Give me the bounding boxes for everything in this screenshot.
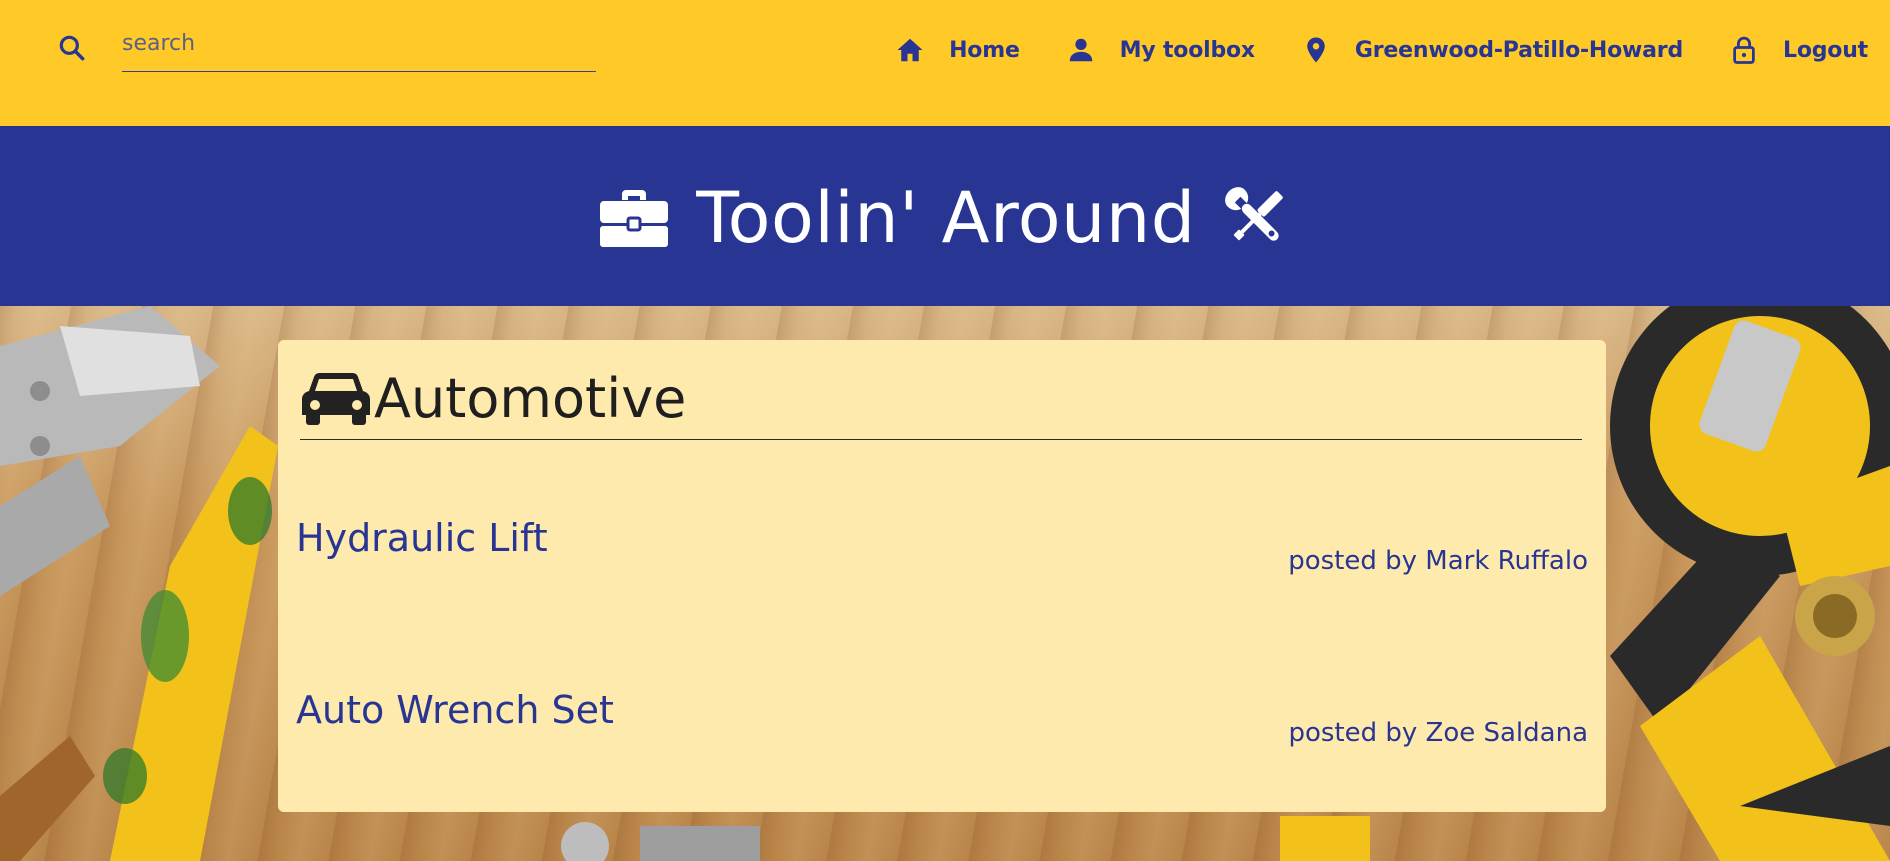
nav-home-label: Home [949,37,1020,63]
nav-logout-link[interactable]: Logout [1729,35,1868,65]
location-pin-icon [1307,37,1325,63]
lock-icon [1733,36,1755,64]
search-bar [56,22,596,74]
tool-owner: posted by Zoe Saldana [1288,718,1588,748]
car-icon [302,372,370,425]
tool-link[interactable]: Hydraulic Lift [296,516,548,560]
nav-logout-label: Logout [1783,37,1868,63]
person-icon [1069,38,1092,62]
brand: Toolin' Around [598,182,1291,254]
wrench-screwdriver-icon [1224,187,1283,241]
toolbox-icon [600,190,669,247]
nav-my-toolbox-link[interactable]: My toolbox [1066,35,1255,65]
site-banner: Toolin' Around [0,126,1890,306]
category-card: Automotive Hydraulic Lift posted by Mark… [278,340,1606,812]
site-title: Toolin' Around [696,177,1196,259]
home-icon [897,38,923,62]
tool-link[interactable]: Auto Wrench Set [296,688,614,732]
main-nav: Home My toolbox Greenwood-Patillo-Howard… [849,28,1868,72]
nav-my-toolbox-label: My toolbox [1119,37,1255,63]
category-header: Automotive [300,364,1582,440]
category-title: Automotive [374,366,687,430]
tool-list-item: Auto Wrench Set posted by Zoe Saldana [296,688,1588,778]
tool-owner: posted by Mark Ruffalo [1288,546,1588,576]
nav-home-link[interactable]: Home [895,35,1020,65]
nav-location-link[interactable]: Greenwood-Patillo-Howard [1301,35,1683,65]
top-navbar: Home My toolbox Greenwood-Patillo-Howard… [0,0,1890,126]
tool-list-item: Hydraulic Lift posted by Mark Ruffalo [296,516,1588,606]
nav-location-label: Greenwood-Patillo-Howard [1354,37,1684,63]
search-icon[interactable] [56,32,88,64]
search-input[interactable] [122,22,596,72]
